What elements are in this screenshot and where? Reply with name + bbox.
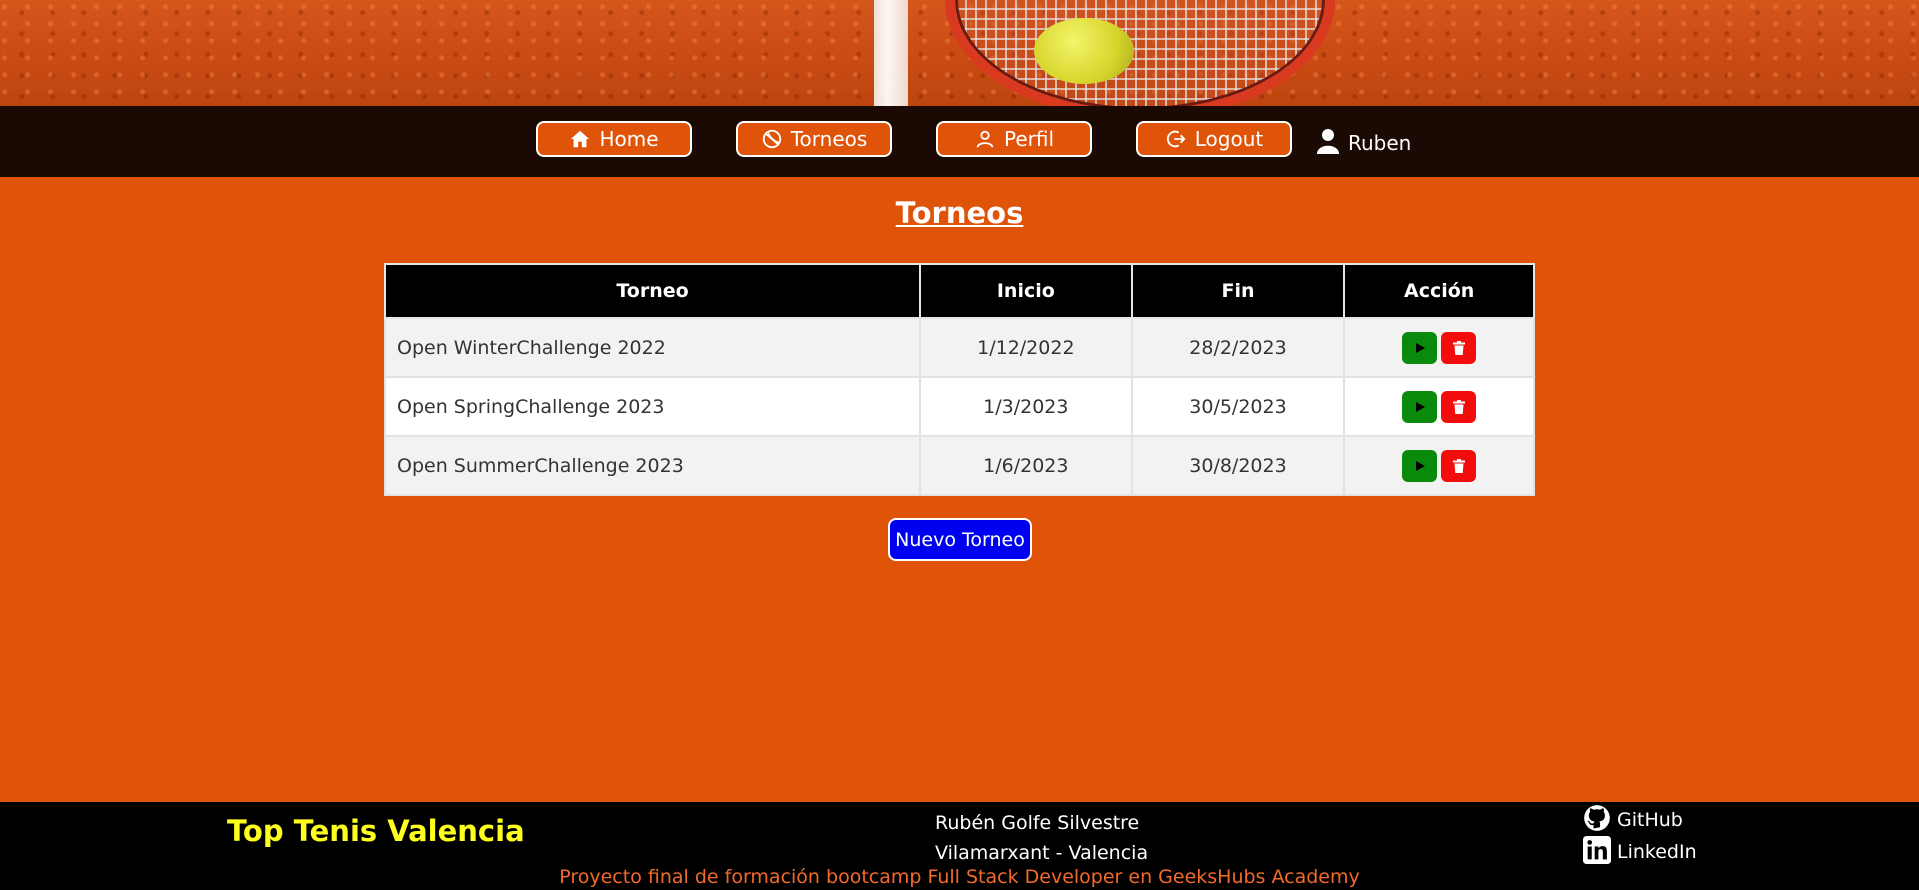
user-name: Ruben: [1348, 131, 1412, 155]
delete-button[interactable]: [1441, 331, 1477, 364]
new-tournament-button[interactable]: Nuevo Torneo: [888, 518, 1032, 561]
footer-brand: Top Tenis Valencia: [227, 814, 525, 848]
play-icon: [1415, 401, 1425, 412]
home-icon: [569, 128, 591, 150]
play-button[interactable]: [1402, 449, 1438, 482]
author-location: Vilamarxant - Valencia: [935, 842, 1149, 864]
tennis-ball-icon: [761, 128, 783, 150]
cell-inicio: 1/6/2023: [918, 435, 1133, 496]
footer: Top Tenis Valencia Rubén Golfe Silvestre…: [0, 802, 1919, 890]
court-line: [874, 0, 908, 106]
linkedin-link[interactable]: LinkedIn: [1583, 835, 1697, 869]
tennis-ball-image: [1034, 18, 1134, 84]
current-user: Ruben: [1316, 128, 1411, 158]
nav-torneos-label: Torneos: [790, 127, 868, 151]
nav-logout-label: Logout: [1194, 127, 1264, 151]
cell-fin: 30/5/2023: [1130, 376, 1346, 437]
cell-inicio: 1/12/2022: [918, 317, 1133, 378]
play-button[interactable]: [1402, 390, 1438, 423]
footer-links: GitHub LinkedIn: [1583, 804, 1697, 868]
trash-icon: [1452, 340, 1465, 355]
linkedin-label: LinkedIn: [1617, 841, 1697, 863]
header-banner-image: [0, 0, 1919, 106]
cell-torneo: Open WinterChallenge 2022: [384, 317, 921, 378]
cell-accion: [1343, 317, 1535, 378]
nav-home-label: Home: [599, 127, 659, 151]
cell-fin: 28/2/2023: [1130, 317, 1346, 378]
delete-button[interactable]: [1441, 390, 1477, 423]
play-icon: [1415, 460, 1425, 471]
table-header-row: Torneo Inicio Fin Acción: [384, 263, 1535, 319]
user-outline-icon: [974, 128, 996, 150]
linkedin-icon: [1583, 835, 1611, 869]
delete-button[interactable]: [1441, 449, 1477, 482]
nav-torneos-button[interactable]: Torneos: [736, 121, 892, 157]
tournaments-table: Torneo Inicio Fin Acción Open WinterChal…: [384, 263, 1535, 496]
table-row: Open WinterChallenge 2022 1/12/2022 28/2…: [384, 317, 1535, 378]
author-name: Rubén Golfe Silvestre: [935, 812, 1140, 834]
nav-perfil-label: Perfil: [1003, 127, 1055, 151]
footer-credit: Proyecto final de formación bootcamp Ful…: [559, 866, 1360, 888]
play-icon: [1415, 342, 1425, 353]
nav-perfil-button[interactable]: Perfil: [936, 121, 1092, 157]
main-nav: Home Torneos Perfil Logout Ruben: [0, 106, 1919, 177]
cell-fin: 30/8/2023: [1130, 435, 1346, 496]
play-button[interactable]: [1402, 331, 1438, 364]
column-header-accion: Acción: [1343, 263, 1535, 319]
footer-author: Rubén Golfe Silvestre Vilamarxant - Vale…: [935, 808, 1148, 868]
table-row: Open SummerChallenge 2023 1/6/2023 30/8/…: [384, 435, 1535, 496]
page-title: Torneos: [895, 196, 1024, 230]
user-icon: [1316, 128, 1340, 159]
github-icon: [1583, 804, 1611, 837]
racket-image: [945, 0, 1335, 106]
cell-torneo: Open SummerChallenge 2023: [384, 435, 921, 496]
github-link[interactable]: GitHub: [1583, 804, 1697, 836]
column-header-torneo: Torneo: [384, 263, 921, 319]
column-header-inicio: Inicio: [918, 263, 1133, 319]
nav-home-button[interactable]: Home: [536, 121, 692, 157]
cell-inicio: 1/3/2023: [918, 376, 1133, 437]
cell-accion: [1343, 376, 1535, 437]
column-header-fin: Fin: [1130, 263, 1346, 319]
cell-accion: [1343, 435, 1535, 496]
trash-icon: [1452, 399, 1465, 414]
github-label: GitHub: [1617, 809, 1683, 831]
nav-logout-button[interactable]: Logout: [1136, 121, 1292, 157]
cell-torneo: Open SpringChallenge 2023: [384, 376, 921, 437]
table-row: Open SpringChallenge 2023 1/3/2023 30/5/…: [384, 376, 1535, 437]
trash-icon: [1452, 458, 1465, 473]
logout-icon: [1165, 128, 1187, 150]
